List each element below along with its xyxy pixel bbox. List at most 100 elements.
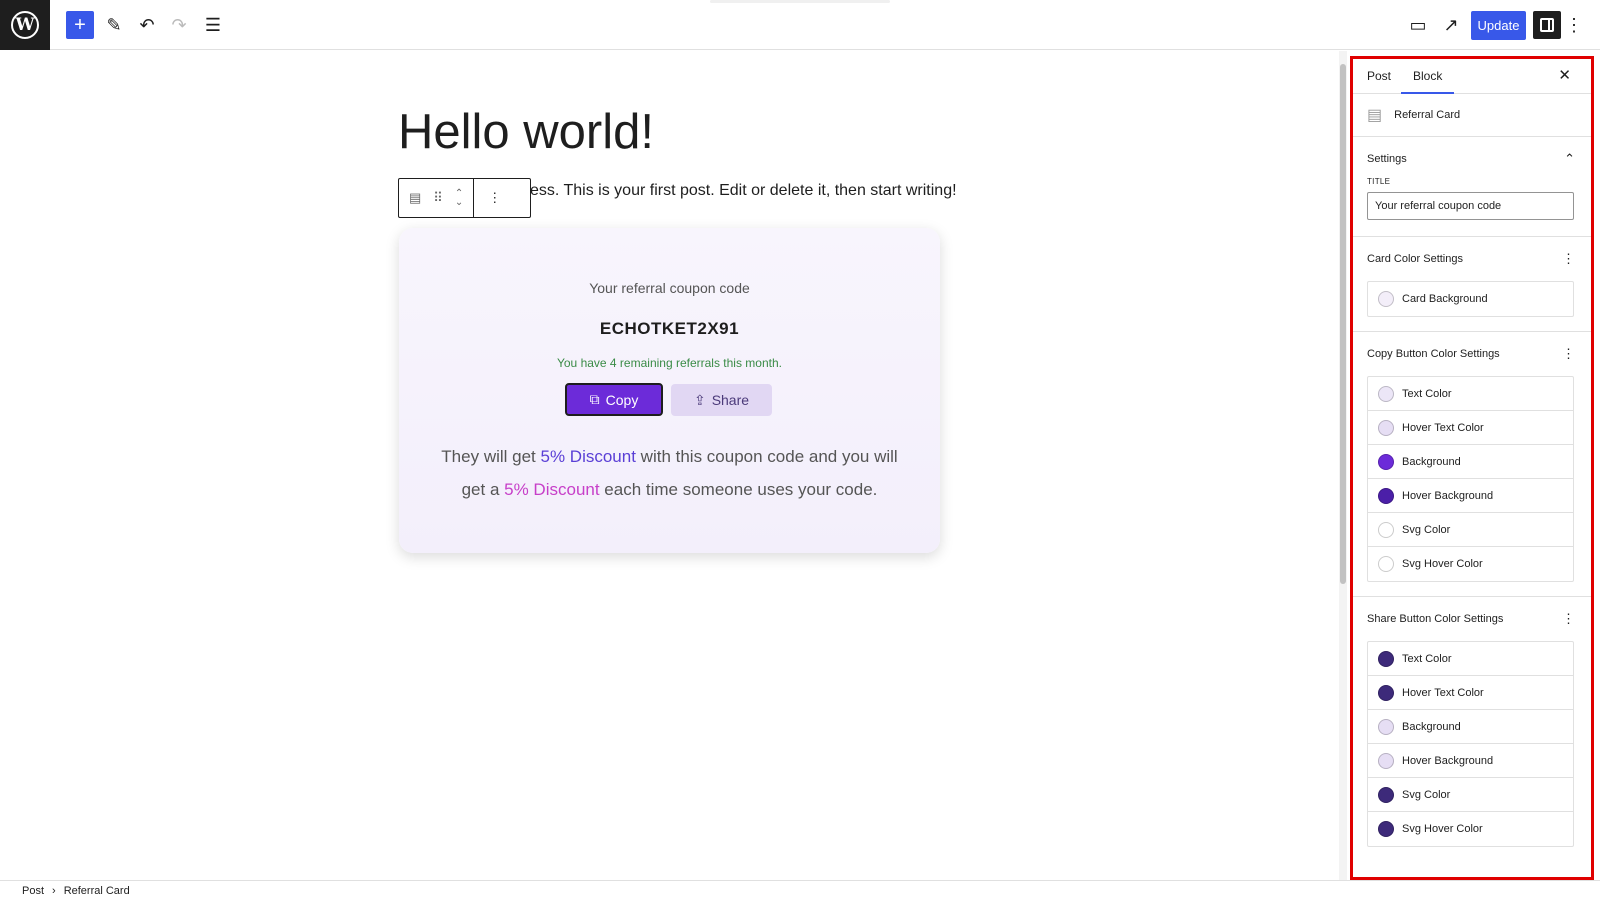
color-swatch [1378,718,1394,735]
post-paragraph[interactable]: ess. This is your first post. Edit or de… [530,182,957,200]
color-option-label: Text Color [1402,652,1452,665]
remaining-referrals-text: You have 4 remaining referrals this mont… [556,356,782,370]
title-input[interactable] [1367,192,1574,220]
breadcrumb-referral-card[interactable]: Referral Card [64,885,130,897]
kebab-menu-icon[interactable]: ⋮ [1562,611,1575,627]
color-option[interactable]: Background [1368,445,1573,479]
color-swatch [1378,453,1394,470]
referral-card[interactable]: Your referral coupon code ECHOTKET2X91 Y… [399,228,940,553]
color-swatch [1378,650,1394,667]
card-color-heading: Card Color Settings [1367,253,1463,265]
block-name: Referral Card [1394,109,1461,121]
view-button[interactable]: ▭ [1404,11,1432,39]
color-swatch [1378,419,1394,436]
desc-highlight2: 5% Discount [504,480,600,499]
share-icon: ⇪ [693,391,706,408]
block-toolbar-group: ▤ ⠿ ⌃ ⌄ [399,179,475,217]
drag-handle-icon[interactable]: ⠿ [433,190,443,206]
color-option[interactable]: Hover Background [1368,479,1573,513]
block-options-group: ⋮ [474,179,515,217]
block-type-icon[interactable]: ▤ [409,190,421,206]
tab-post[interactable]: Post [1367,59,1391,94]
color-option-label: Background [1402,455,1461,468]
sidebar-tabs: Post Block ✕ [1353,59,1591,94]
color-option-label: Hover Text Color [1402,421,1484,434]
copy-button-color-heading: Copy Button Color Settings [1367,348,1500,360]
settings-heading: Settings [1367,153,1407,165]
desc-part3: each time someone uses your code. [599,480,878,499]
color-swatch [1378,821,1394,837]
canvas-scroll-thumb[interactable] [1340,64,1346,584]
options-button[interactable]: ⋮ [1565,11,1583,39]
copy-button-color-group: Text Color Hover Text Color Background H… [1367,376,1574,582]
tab-block[interactable]: Block [1400,59,1455,94]
color-option-label: Hover Background [1402,754,1494,767]
color-option-label: Svg Hover Color [1402,558,1483,570]
share-button-color-panel-toggle[interactable]: Share Button Color Settings ⋮ [1367,597,1577,641]
copy-button-color-panel-toggle[interactable]: Copy Button Color Settings ⋮ [1367,332,1577,376]
color-swatch [1378,556,1394,572]
color-option-label: Svg Color [1402,523,1451,536]
card-color-group: Card Background [1367,281,1574,317]
color-option[interactable]: Card Background [1368,282,1573,316]
edit-tool-button[interactable]: ✎ [100,11,128,39]
pencil-icon: ✎ [106,14,122,35]
wordpress-icon: W [11,11,39,39]
update-button[interactable]: Update [1471,11,1526,40]
close-icon[interactable]: ✕ [1558,66,1571,84]
color-swatch [1378,786,1394,803]
document-overview-button[interactable]: ☰ [199,11,227,39]
color-option-label: Svg Color [1402,788,1451,801]
color-option-label: Text Color [1402,387,1452,400]
color-option[interactable]: Text Color [1368,642,1573,676]
external-link-icon: ↗ [1443,14,1459,35]
preview-external-button[interactable]: ↗ [1437,11,1465,39]
referral-card-block-icon: ▤ [1367,107,1383,124]
kebab-menu-icon[interactable]: ⋮ [1562,251,1575,267]
breadcrumb-post[interactable]: Post [22,885,44,897]
color-swatch [1378,521,1394,538]
post-title[interactable]: Hello world! [398,104,654,160]
kebab-menu-icon[interactable]: ⋮ [1562,346,1575,362]
color-option[interactable]: Text Color [1368,377,1573,411]
color-swatch [1378,291,1394,307]
title-field-label: TITLE [1367,177,1391,186]
color-option[interactable]: Svg Hover Color [1368,812,1573,846]
color-option[interactable]: Hover Background [1368,744,1573,778]
color-option[interactable]: Svg Color [1368,513,1573,547]
undo-button[interactable]: ↶ [133,11,161,39]
color-option[interactable]: Svg Color [1368,778,1573,812]
color-option[interactable]: Hover Text Color [1368,411,1573,445]
share-button[interactable]: ⇪ Share [671,384,772,416]
color-option[interactable]: Background [1368,710,1573,744]
copy-button[interactable]: ⧉ Copy [565,383,663,416]
color-option[interactable]: Svg Hover Color [1368,547,1573,581]
chevron-right-icon: › [52,884,56,897]
add-block-button[interactable]: + [66,11,94,39]
color-option-label: Svg Hover Color [1402,823,1483,835]
block-options-icon[interactable]: ⋮ [488,190,501,206]
block-card-header: ▤ Referral Card [1353,94,1591,137]
color-swatch [1378,752,1394,769]
color-swatch [1378,684,1394,701]
settings-panel-toggle[interactable]: Settings ⌃ [1367,137,1577,181]
color-option-label: Card Background [1402,293,1488,305]
color-swatch [1378,487,1394,504]
share-button-color-heading: Share Button Color Settings [1367,613,1504,625]
card-color-panel: Card Color Settings ⋮ Card Background [1353,237,1591,332]
card-color-panel-toggle[interactable]: Card Color Settings ⋮ [1367,237,1577,281]
block-toolbar: ▤ ⠿ ⌃ ⌄ ⋮ [398,178,531,218]
move-up-down-icon[interactable]: ⌃ ⌄ [455,189,463,208]
kebab-menu-icon: ⋮ [1565,14,1583,35]
redo-button[interactable]: ↷ [165,11,193,39]
desc-highlight1: 5% Discount [540,447,636,466]
wordpress-logo[interactable]: W [0,0,50,50]
share-button-label: Share [711,392,750,408]
plus-icon: + [74,13,86,36]
undo-icon: ↶ [139,14,155,35]
settings-sidebar-toggle[interactable] [1533,11,1561,39]
color-swatch [1378,385,1394,402]
color-option-label: Hover Text Color [1402,686,1484,699]
settings-sidebar: Post Block ✕ ▤ Referral Card Settings ⌃ … [1350,56,1594,880]
color-option[interactable]: Hover Text Color [1368,676,1573,710]
